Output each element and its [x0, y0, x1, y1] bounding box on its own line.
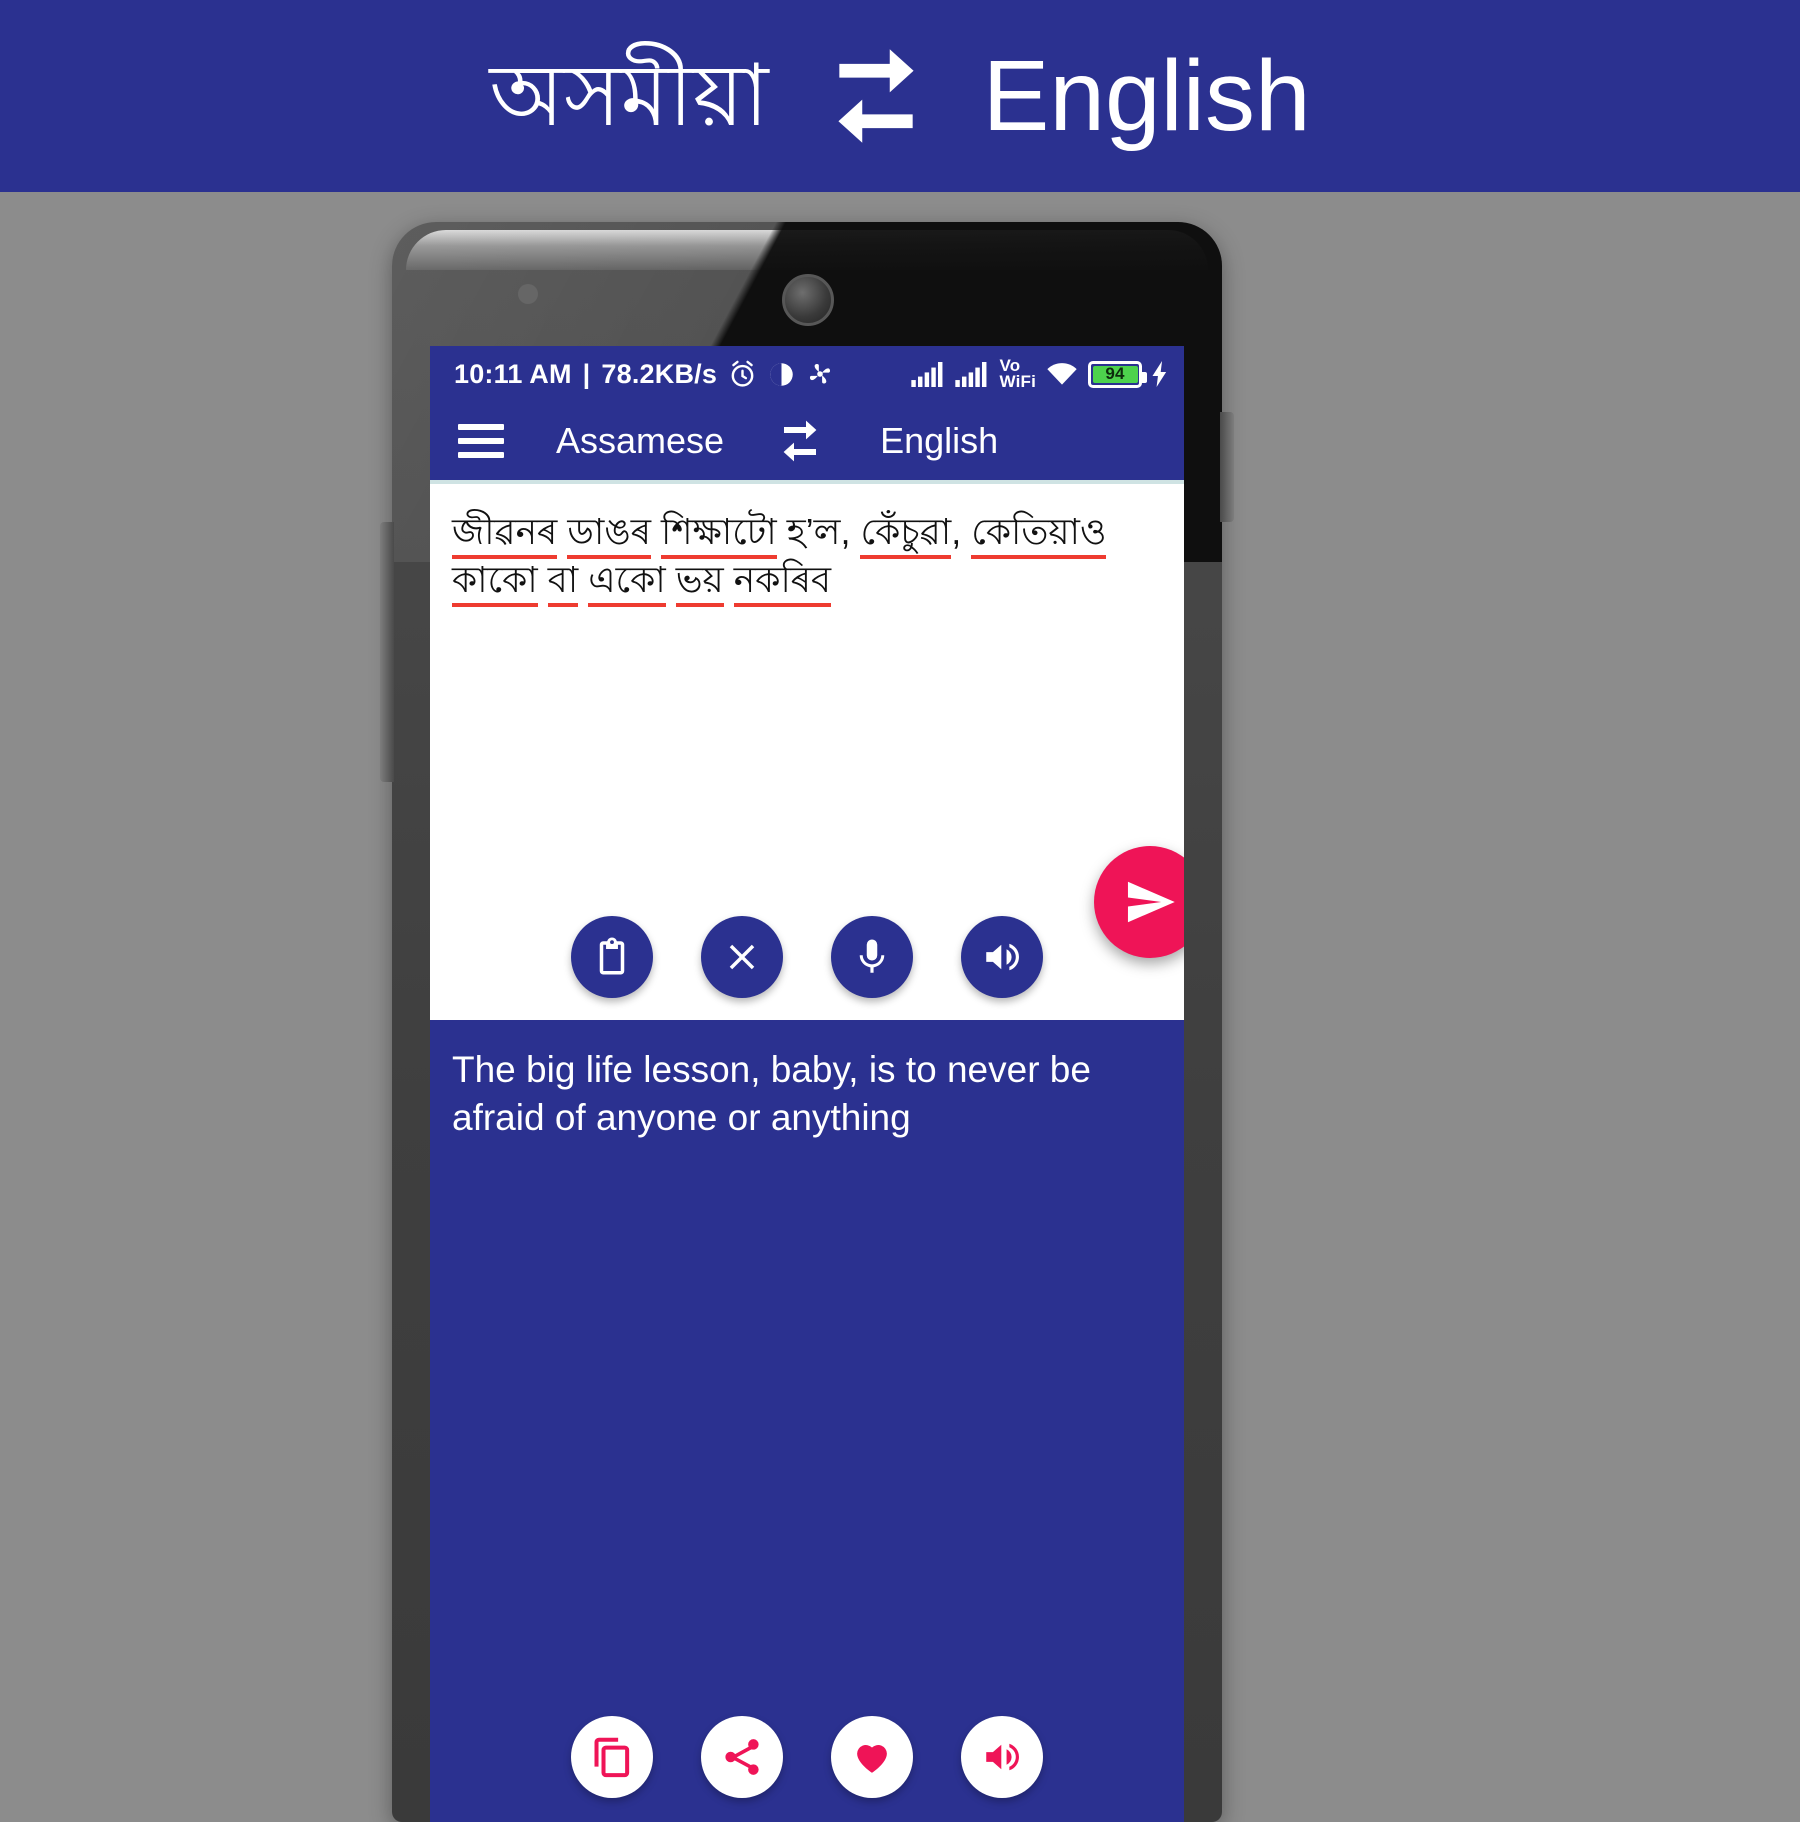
spellcheck-word: একো [588, 558, 666, 600]
clipboard-icon [599, 937, 625, 975]
source-text-fragment [651, 511, 661, 552]
charging-bolt-icon [1152, 361, 1167, 387]
source-text-fragment [557, 511, 567, 552]
hamburger-menu-icon[interactable] [458, 424, 504, 458]
source-action-bar [430, 916, 1184, 998]
share-icon [725, 1739, 759, 1775]
send-paper-plane-icon [1127, 881, 1175, 923]
do-not-disturb-icon [770, 362, 793, 386]
source-text-fragment: হ’ল, [776, 511, 861, 552]
status-separator: | [582, 358, 591, 389]
speak-target-button[interactable] [961, 1716, 1043, 1798]
target-text-panel[interactable]: The big life lesson, baby, is to never b… [430, 1020, 1184, 1822]
speaker-volume-icon [986, 1743, 1019, 1771]
paste-button[interactable] [571, 916, 653, 998]
spellcheck-word: বা [547, 558, 579, 600]
close-x-icon [729, 944, 755, 970]
swap-horizontal-icon [838, 49, 914, 143]
vowifi-line-2: WiFi [999, 372, 1036, 391]
source-text-fragment [578, 559, 588, 600]
app-bar-target-language[interactable]: English [880, 420, 998, 462]
alarm-icon [731, 360, 754, 387]
source-text-panel[interactable]: জীৱনৰ ডাঙৰ শিক্ষাটো হ’ল, কেঁচুৱা, কেতিয়… [430, 480, 1184, 1020]
speaker-volume-icon [986, 943, 1019, 971]
phone-top-bezel [406, 230, 1208, 270]
app-bar: Assamese English [430, 402, 1184, 480]
volume-button[interactable] [380, 522, 394, 782]
source-text-fragment [666, 559, 676, 600]
proximity-sensor [518, 284, 538, 304]
translated-text: The big life lesson, baby, is to never b… [452, 1049, 1091, 1139]
spellcheck-word: জীৱনৰ [452, 511, 558, 552]
source-text-input[interactable]: জীৱনৰ ডাঙৰ শিক্ষাটো হ’ল, কেঁচুৱা, কেতিয়… [452, 508, 1162, 603]
phone-mockup: 10:11 AM | 78.2KB/s Vo WiFi 94 Assamese … [380, 222, 1234, 1822]
phone-screen: 10:11 AM | 78.2KB/s Vo WiFi 94 Assamese … [430, 346, 1184, 1822]
front-camera [782, 274, 834, 326]
status-bar: 10:11 AM | 78.2KB/s Vo WiFi 94 [430, 346, 1184, 402]
battery-percent: 94 [1105, 364, 1125, 383]
signal-bars-icon [955, 361, 987, 387]
data-saver-icon [810, 363, 831, 384]
spellcheck-word: ভয় [675, 558, 724, 600]
status-network-speed: 78.2KB/s [601, 358, 718, 389]
header-banner: অসমীয়া English [0, 0, 1800, 192]
banner-source-language: অসমীয়া [489, 48, 769, 144]
banner-target-language: English [982, 40, 1311, 152]
spellcheck-word: নকৰিব [733, 558, 832, 600]
copy-icon [594, 1737, 630, 1778]
wifi-icon [1047, 363, 1077, 385]
vowifi-indicator: Vo WiFi [999, 358, 1036, 391]
signal-bars-icon [911, 361, 943, 387]
spellcheck-word: ডাঙৰ [567, 511, 651, 552]
share-button[interactable] [701, 1716, 783, 1798]
source-text-fragment [724, 559, 734, 600]
spellcheck-word: কেঁচুৱা [860, 511, 952, 552]
status-time: 10:11 AM [454, 358, 572, 389]
copy-button[interactable] [571, 1716, 653, 1798]
clear-button[interactable] [701, 916, 783, 998]
favorite-button[interactable] [831, 1716, 913, 1798]
app-bar-source-language[interactable]: Assamese [556, 420, 724, 462]
power-button[interactable] [1220, 412, 1234, 522]
battery-icon: 94 [1088, 360, 1147, 388]
microphone-icon [859, 939, 885, 973]
spellcheck-word: কেতিয়াও [971, 511, 1107, 552]
swap-horizontal-icon[interactable] [776, 417, 824, 465]
spellcheck-word: শিক্ষাটো [661, 511, 777, 552]
voice-input-button[interactable] [831, 916, 913, 998]
target-action-bar [430, 1716, 1184, 1798]
spellcheck-word: কাকো [452, 558, 538, 600]
source-text-fragment: , [951, 511, 972, 552]
speak-source-button[interactable] [961, 916, 1043, 998]
source-text-fragment [538, 559, 548, 600]
heart-icon [857, 1745, 887, 1773]
